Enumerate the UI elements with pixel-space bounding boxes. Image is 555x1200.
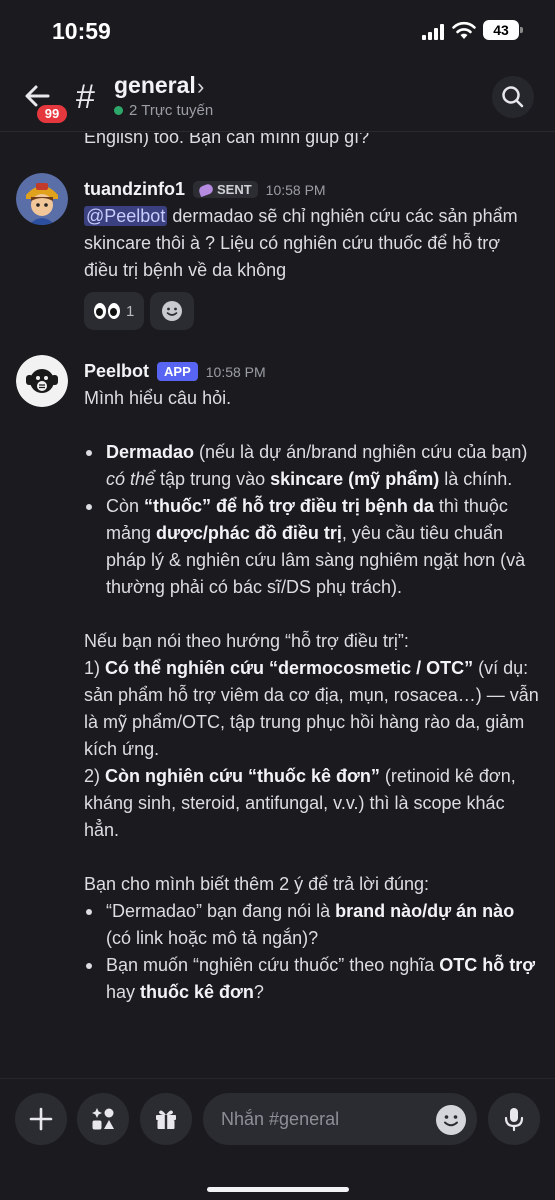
plus-button[interactable] [15, 1093, 67, 1145]
paragraph: Bạn cho mình biết thêm 2 ý để trả lời đú… [84, 874, 429, 894]
sent-tag: SENT [193, 181, 258, 198]
numbered-item: 1) Có thể nghiên cứu “dermocosmetic / OT… [84, 658, 539, 759]
online-status: 2 Trực tuyến [114, 102, 213, 119]
message-header: tuandzinfo1 SENT 10:58 PM [84, 179, 326, 200]
moon-icon [197, 182, 215, 197]
unread-badge: 99 [34, 102, 70, 126]
message-item[interactable]: tuandzinfo1 SENT 10:58 PM @Peelbot derma… [0, 173, 555, 343]
timestamp: 10:58 PM [205, 363, 266, 380]
status-bar: 10:59 43 [0, 0, 555, 62]
bullet-list: “Dermadao” bạn đang nói là brand nào/dự … [84, 898, 539, 1006]
apps-button[interactable] [77, 1093, 129, 1145]
message-body: @Peelbot dermadao sẽ chỉ nghiên cứu các … [84, 203, 539, 284]
intro-text: Mình hiểu câu hỏi. [84, 388, 232, 408]
sent-tag-label: SENT [217, 182, 252, 197]
channel-header: 99 # general › 2 Trực tuyến [0, 62, 555, 132]
search-icon [502, 86, 524, 108]
timestamp: 10:58 PM [265, 181, 326, 198]
microphone-button[interactable] [488, 1093, 540, 1145]
bullet-item: Dermadao (nếu là dự án/brand nghiên cứu … [84, 439, 539, 493]
microphone-icon [504, 1108, 524, 1132]
gift-button[interactable] [140, 1093, 192, 1145]
chevron-right-icon[interactable]: › [197, 74, 204, 100]
message-header: Peelbot APP 10:58 PM [84, 361, 266, 382]
search-button[interactable] [492, 76, 534, 118]
message-body: Mình hiểu câu hỏi. Dermadao (nếu là dự á… [84, 385, 539, 1006]
mention[interactable]: @Peelbot [84, 206, 168, 226]
emoji-button[interactable] [436, 1105, 466, 1135]
plus-icon [29, 1107, 53, 1131]
online-dot-icon [114, 106, 123, 115]
numbered-item: 2) Còn nghiên cứu “thuốc kê đơn” (retino… [84, 766, 516, 840]
hash-icon: # [76, 78, 95, 116]
eyes-emoji-icon [94, 303, 120, 319]
battery-icon: 43 [483, 20, 523, 40]
gift-icon [156, 1110, 176, 1129]
bullet-item: Còn “thuốc” để hỗ trợ điều trị bệnh da t… [84, 493, 539, 601]
avatar[interactable] [16, 173, 68, 225]
avatar[interactable] [16, 355, 68, 407]
author-name[interactable]: Peelbot [84, 361, 149, 382]
wifi-icon [452, 21, 476, 39]
online-count: 2 Trực tuyến [129, 102, 214, 119]
author-name[interactable]: tuandzinfo1 [84, 179, 185, 200]
paragraph: Nếu bạn nói theo hướng “hỗ trợ điều trị”… [84, 631, 409, 651]
message-composer [0, 1078, 555, 1200]
bullet-item: “Dermadao” bạn đang nói là brand nào/dự … [84, 898, 539, 952]
home-indicator [207, 1187, 349, 1192]
smile-icon [444, 1115, 458, 1127]
reactions: 1 [84, 292, 195, 330]
message-item[interactable]: Peelbot APP 10:58 PM Mình hiểu câu hỏi. … [0, 355, 555, 1075]
apps-icon [92, 1108, 114, 1130]
message-list[interactable]: English) too. Bạn cần mình giúp gì? tuan… [0, 133, 555, 1078]
bullet-list: Dermadao (nếu là dự án/brand nghiên cứu … [84, 439, 539, 601]
bullet-item: Bạn muốn “nghiên cứu thuốc” theo nghĩa O… [84, 952, 539, 1006]
signal-icon [422, 24, 446, 40]
previous-message-text: English) too. Bạn cần mình giúp gì? [84, 133, 370, 147]
add-reaction-button[interactable] [150, 292, 195, 330]
channel-name[interactable]: general [114, 72, 196, 99]
reaction-eyes[interactable]: 1 [84, 292, 145, 330]
app-tag: APP [157, 362, 198, 381]
status-time: 10:59 [52, 18, 111, 44]
smile-icon [162, 301, 183, 321]
reaction-count: 1 [126, 302, 135, 320]
